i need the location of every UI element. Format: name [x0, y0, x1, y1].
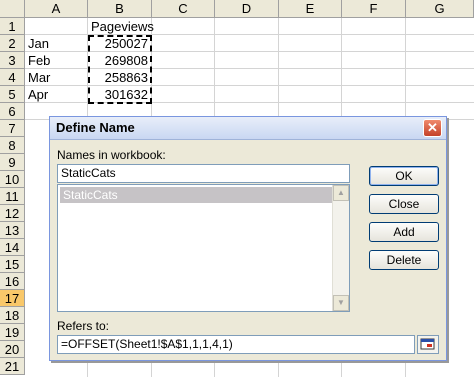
row-header-11[interactable]: 11	[0, 188, 25, 205]
row-header-13[interactable]: 13	[0, 222, 25, 239]
select-all-corner[interactable]	[0, 0, 25, 18]
scroll-down-icon[interactable]: ▼	[333, 295, 349, 311]
row-header-20[interactable]: 20	[0, 341, 25, 358]
add-button[interactable]: Add	[369, 222, 439, 242]
column-header-d[interactable]: D	[215, 0, 279, 18]
row-header-1[interactable]: 1	[0, 18, 25, 35]
row-header-6[interactable]: 6	[0, 103, 25, 120]
cell-a4[interactable]: Mar	[28, 69, 50, 86]
cell-a2[interactable]: Jan	[28, 35, 49, 52]
row-header-7[interactable]: 7	[0, 120, 25, 137]
row-header-2[interactable]: 2	[0, 35, 25, 52]
row-header-4[interactable]: 4	[0, 69, 25, 86]
row-header-5[interactable]: 5	[0, 86, 25, 103]
row-header-19[interactable]: 19	[0, 324, 25, 341]
row-header-15[interactable]: 15	[0, 256, 25, 273]
names-in-workbook-label: Names in workbook:	[57, 148, 166, 162]
cell-a5[interactable]: Apr	[28, 86, 48, 103]
names-listbox[interactable]: StaticCats ▲ ▼	[57, 184, 350, 312]
refers-to-input[interactable]: =OFFSET(Sheet1!$A$1,1,1,4,1)	[57, 335, 415, 354]
row-header-17[interactable]: 17	[0, 290, 25, 307]
column-header-f[interactable]: F	[342, 0, 406, 18]
column-header-a[interactable]: A	[25, 0, 88, 18]
delete-button[interactable]: Delete	[369, 250, 439, 270]
name-input[interactable]: StaticCats	[57, 164, 350, 183]
column-header-b[interactable]: B	[88, 0, 152, 18]
row-header-12[interactable]: 12	[0, 205, 25, 222]
row-header-10[interactable]: 10	[0, 171, 25, 188]
column-header-e[interactable]: E	[279, 0, 342, 18]
listbox-scrollbar[interactable]: ▲ ▼	[332, 185, 349, 311]
dialog-title: Define Name	[56, 120, 135, 135]
column-header-c[interactable]: C	[152, 0, 215, 18]
collapse-dialog-glyph	[420, 338, 435, 350]
row-header-9[interactable]: 9	[0, 154, 25, 171]
row-header-18[interactable]: 18	[0, 307, 25, 324]
cell-b1[interactable]: Pageviews	[91, 18, 154, 35]
ok-button[interactable]: OK	[369, 166, 439, 186]
define-name-dialog: Define Name ✕ Names in workbook: StaticC…	[49, 116, 447, 361]
row-header-8[interactable]: 8	[0, 137, 25, 154]
column-header-g[interactable]: G	[406, 0, 474, 18]
list-item[interactable]: StaticCats	[60, 187, 333, 203]
row-header-3[interactable]: 3	[0, 52, 25, 69]
row-header-14[interactable]: 14	[0, 239, 25, 256]
close-button[interactable]: Close	[369, 194, 439, 214]
cell-a3[interactable]: Feb	[28, 52, 50, 69]
close-icon[interactable]: ✕	[423, 119, 442, 137]
collapse-dialog-icon[interactable]	[417, 335, 439, 354]
row-header-21[interactable]: 21	[0, 358, 25, 375]
scroll-up-icon[interactable]: ▲	[333, 185, 349, 201]
dialog-titlebar[interactable]: Define Name ✕	[50, 117, 446, 140]
row-header-16[interactable]: 16	[0, 273, 25, 290]
copy-marquee	[88, 35, 152, 104]
refers-to-label: Refers to:	[57, 319, 110, 333]
